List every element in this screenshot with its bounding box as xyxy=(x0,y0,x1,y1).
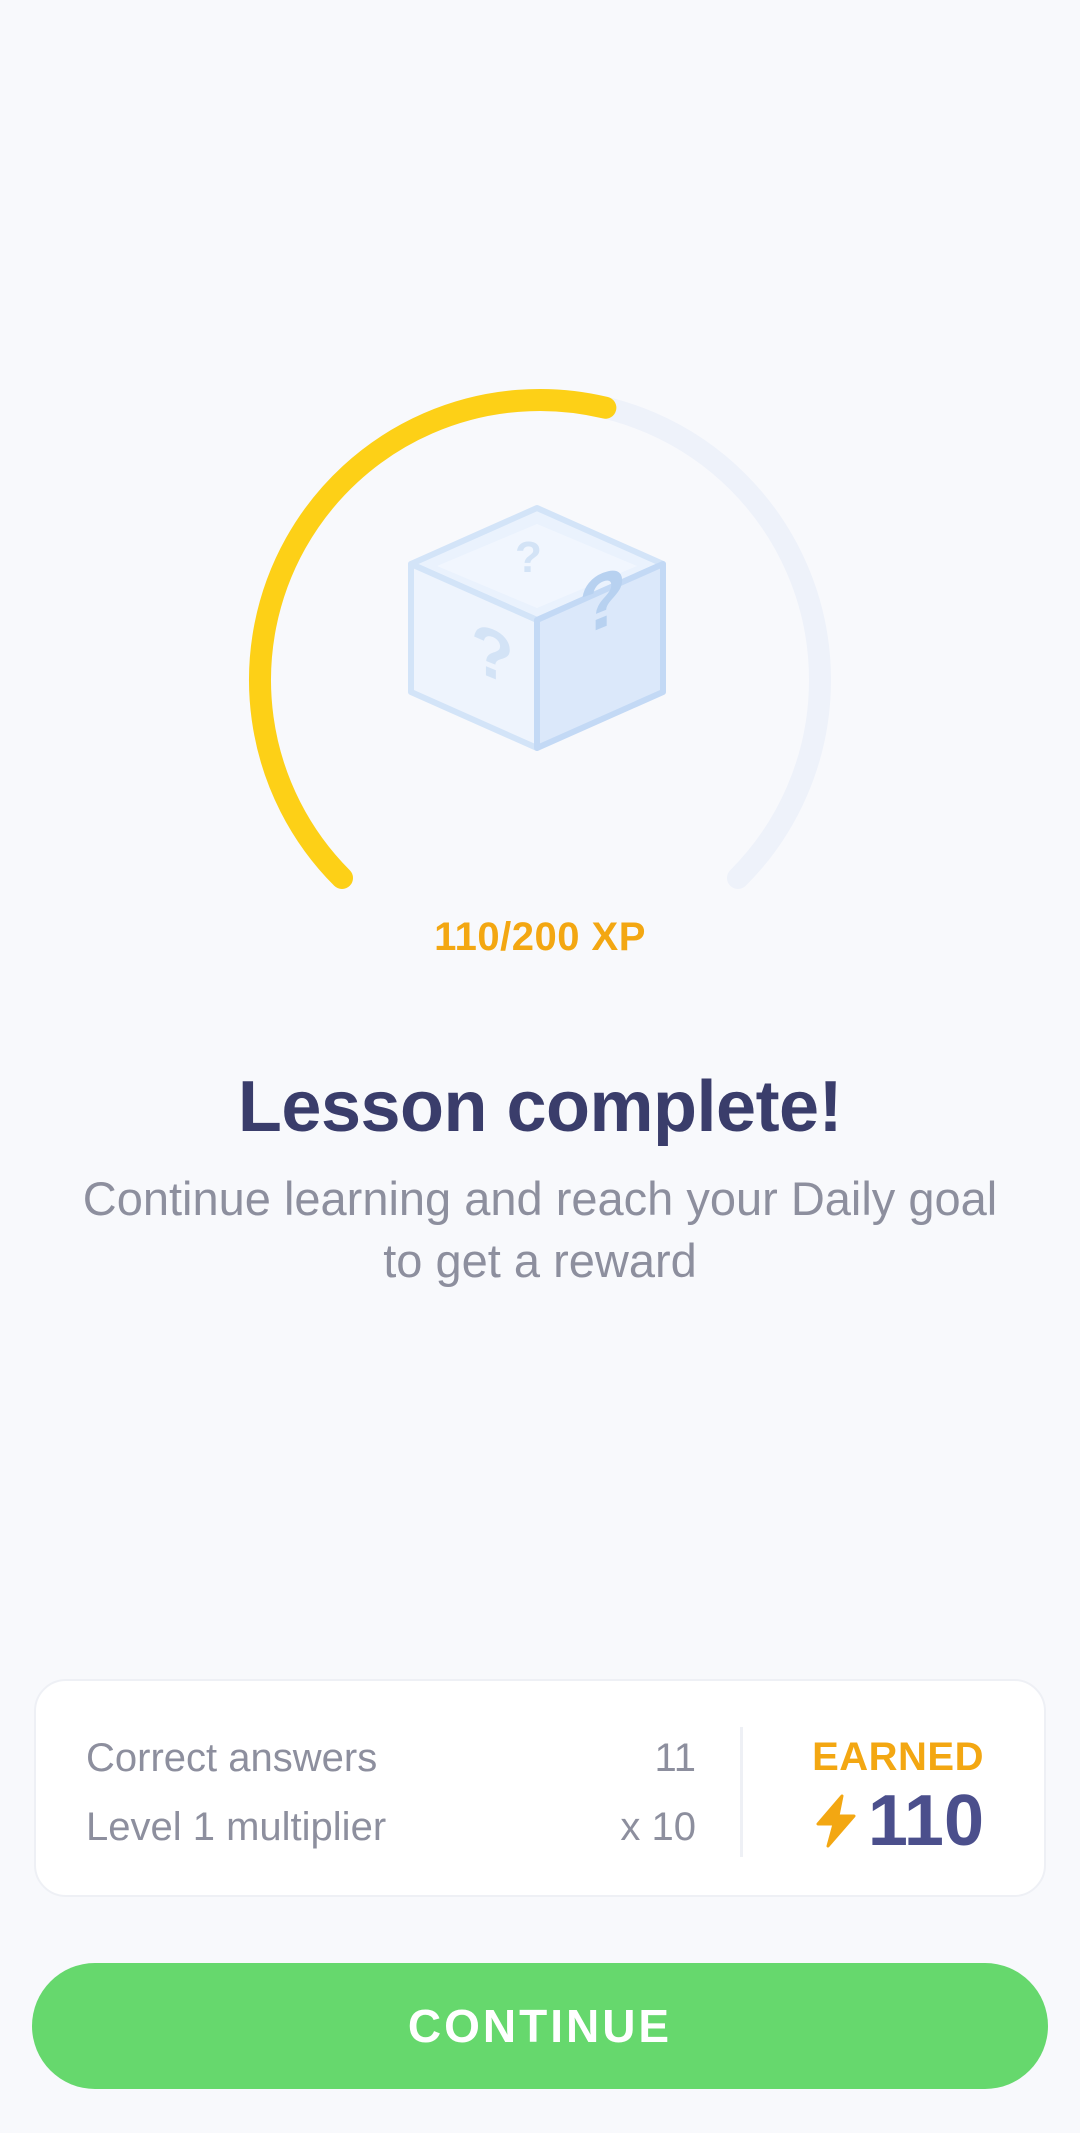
summary-row-multiplier: Level 1 multiplier x 10 xyxy=(86,1805,696,1850)
mystery-box-icon: ? ? ? xyxy=(408,505,666,751)
summary-row-value: x 10 xyxy=(620,1805,696,1849)
xp-summary-card: Correct answers 11 Level 1 multiplier x … xyxy=(34,1679,1046,1897)
summary-row-label: Correct answers xyxy=(86,1736,378,1780)
lesson-complete-subtitle: Continue learning and reach your Daily g… xyxy=(82,1172,998,1287)
continue-button[interactable]: CONTINUE xyxy=(32,1963,1048,2089)
lightning-bolt-icon xyxy=(816,1794,856,1848)
summary-divider xyxy=(740,1727,743,1857)
earned-xp: 110 xyxy=(814,1781,984,1861)
xp-progress-ring: ? ? ? xyxy=(220,360,860,980)
earned-label: EARNED xyxy=(812,1735,984,1779)
lesson-complete-title: Lesson complete! xyxy=(237,1067,843,1147)
summary-row-label: Level 1 multiplier xyxy=(86,1805,387,1849)
svg-text:?: ? xyxy=(515,533,542,582)
earned-xp-value: 110 xyxy=(867,1781,984,1861)
summary-row-correct-answers: Correct answers 11 xyxy=(86,1736,696,1781)
summary-row-value: 11 xyxy=(654,1736,696,1780)
lesson-complete-screen: ? ? ? 110/200 XP Lesson complete! Contin… xyxy=(0,0,1080,2133)
xp-progress-label: 110/200 XP xyxy=(434,915,646,959)
